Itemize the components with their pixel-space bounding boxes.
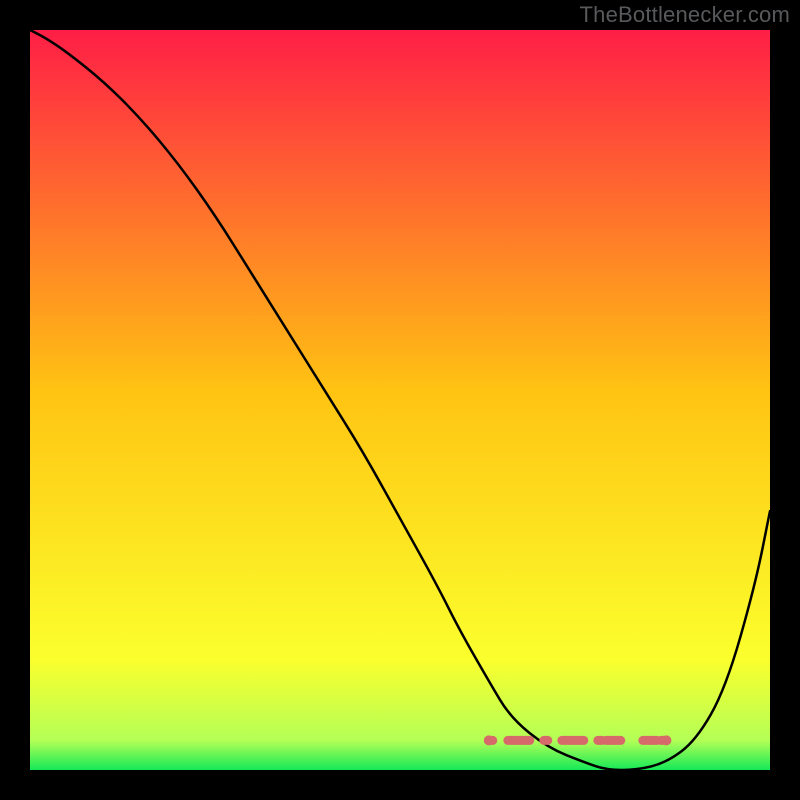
chart-svg — [0, 0, 800, 800]
flat-region-marker — [484, 735, 672, 745]
chart-stage: TheBottlenecker.com — [0, 0, 800, 800]
watermark-text: TheBottlenecker.com — [580, 2, 790, 28]
chart-gradient-background — [30, 30, 770, 770]
